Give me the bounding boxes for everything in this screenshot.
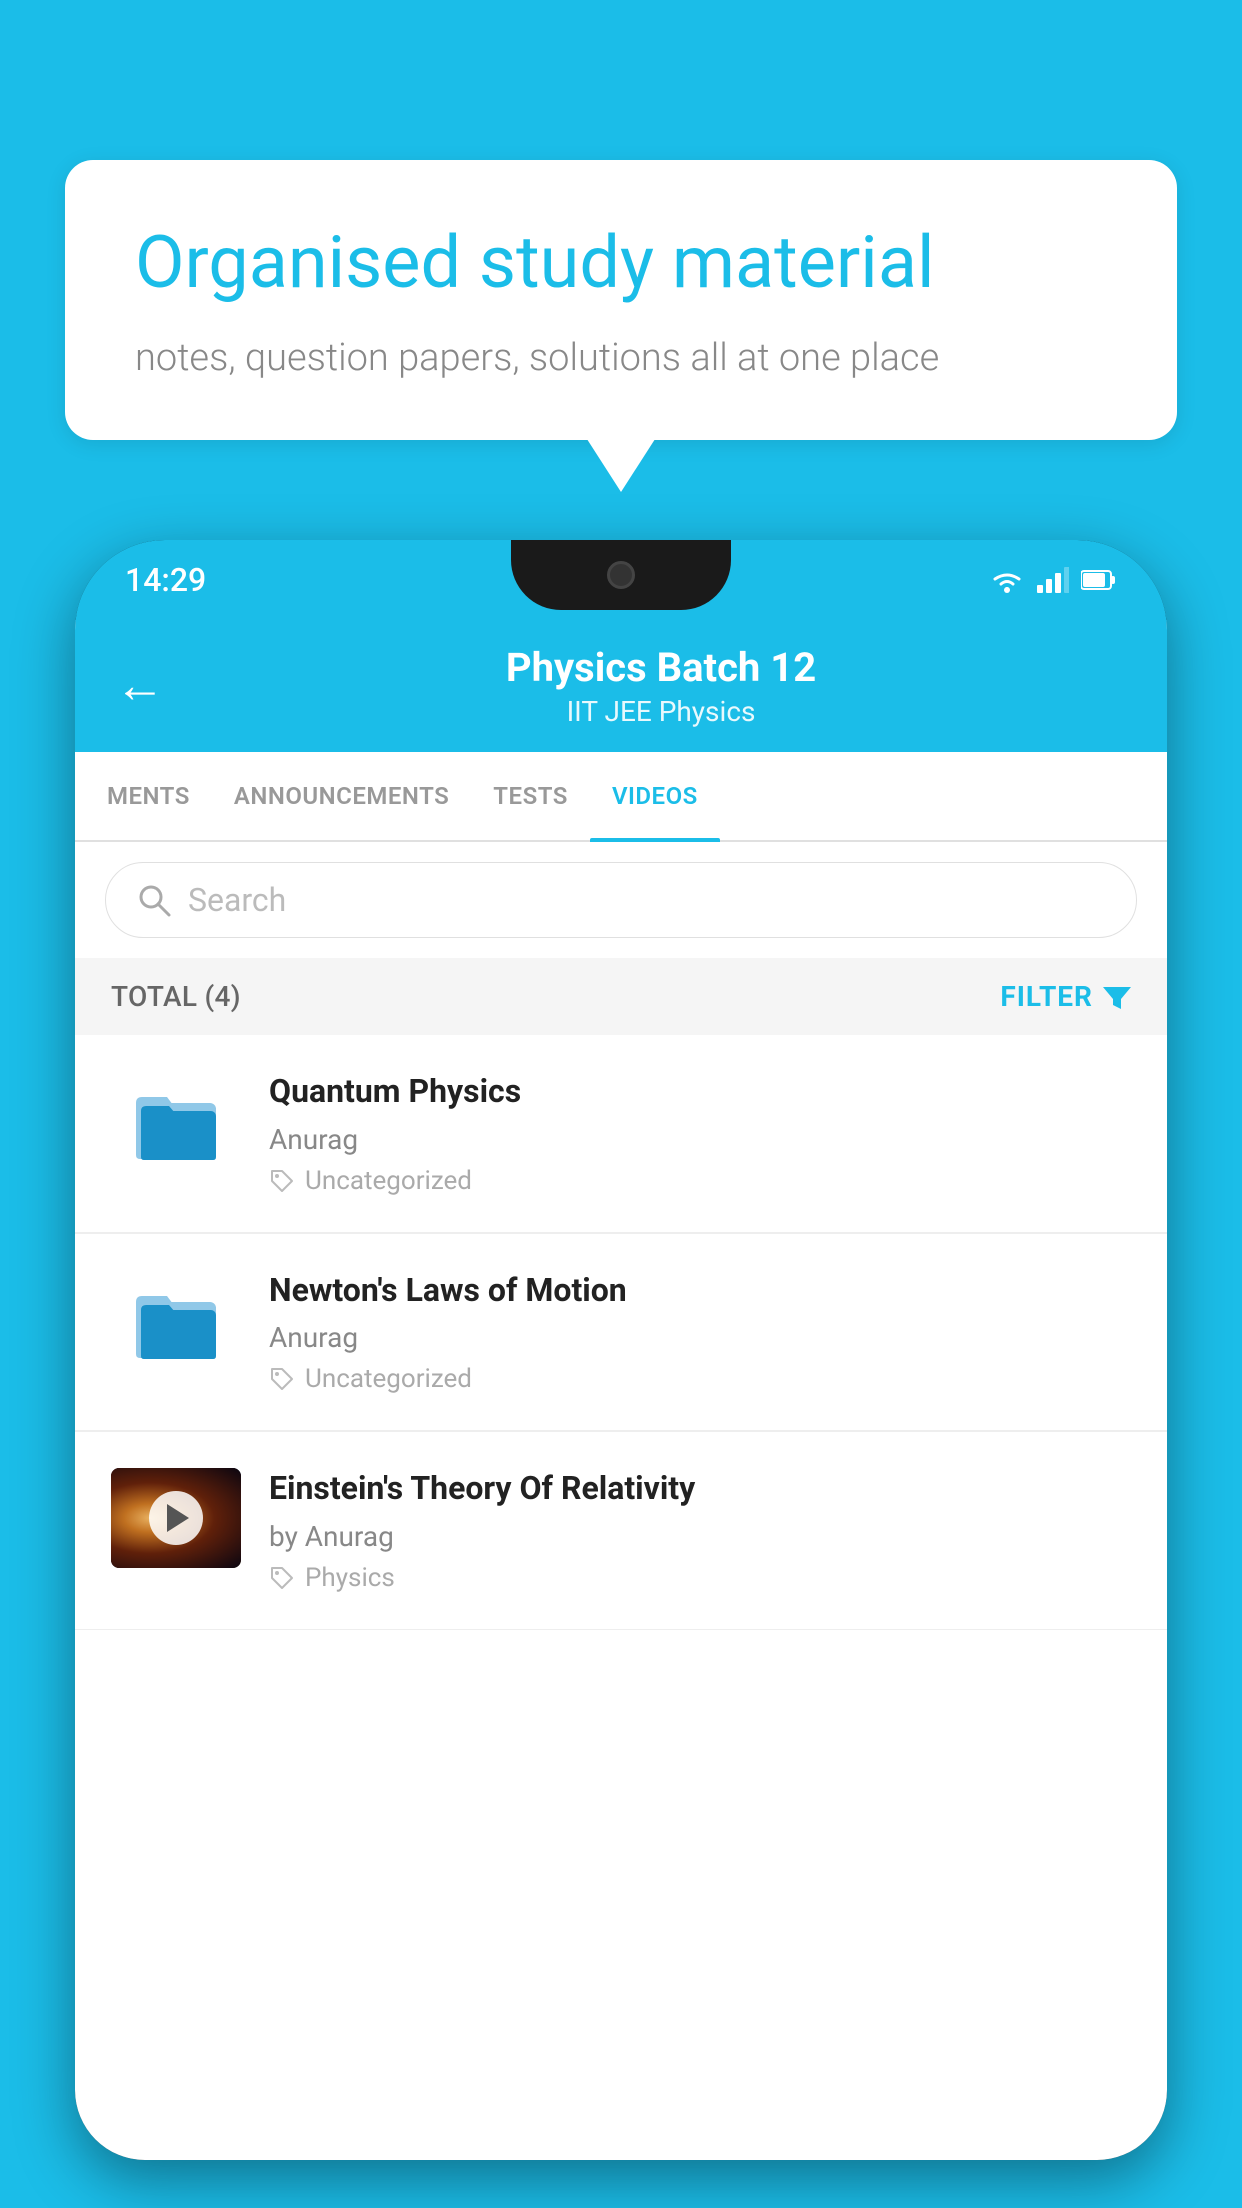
tag-icon [269,1168,295,1194]
total-count: TOTAL (4) [111,980,241,1013]
filter-button[interactable]: FILTER [1000,980,1131,1013]
wifi-icon [989,567,1025,593]
video-title: Einstein's Theory Of Relativity [269,1468,1131,1510]
filter-icon [1103,983,1131,1011]
video-thumb-newton [111,1270,241,1370]
video-tag: Physics [269,1563,1131,1593]
folder-icon [131,1081,221,1161]
speech-bubble-subtitle: notes, question papers, solutions all at… [135,336,1107,380]
search-container: Search [75,842,1167,958]
header-subtitle: IIT JEE Physics [195,695,1127,728]
filter-bar: TOTAL (4) FILTER [75,958,1167,1035]
speech-bubble-title: Organised study material [135,220,1107,306]
speech-bubble: Organised study material notes, question… [65,160,1177,440]
search-box[interactable]: Search [105,862,1137,938]
list-item[interactable]: Einstein's Theory Of Relativity by Anura… [75,1432,1167,1630]
video-thumbnail-image [111,1468,241,1568]
signal-icon [1037,567,1069,593]
video-thumb-einstein [111,1468,241,1568]
search-input[interactable]: Search [188,881,286,919]
play-triangle-icon [167,1504,189,1532]
status-icons [989,567,1117,593]
phone-outer: 14:29 [75,540,1167,2160]
video-info-einstein: Einstein's Theory Of Relativity by Anura… [269,1468,1131,1593]
video-info-newton: Newton's Laws of Motion Anurag Uncategor… [269,1270,1131,1395]
app-header: ← Physics Batch 12 IIT JEE Physics [75,620,1167,752]
video-author: Anurag [269,1123,1131,1156]
video-list: Quantum Physics Anurag Uncategorized [75,1035,1167,1630]
video-author: Anurag [269,1321,1131,1354]
phone-camera [607,561,635,589]
battery-icon [1081,569,1117,591]
tab-announcements[interactable]: ANNOUNCEMENTS [212,752,471,840]
speech-bubble-container: Organised study material notes, question… [65,160,1177,440]
tag-icon [269,1366,295,1392]
folder-icon [131,1280,221,1360]
tab-videos[interactable]: VIDEOS [590,752,720,840]
phone-screen: ← Physics Batch 12 IIT JEE Physics MENTS… [75,620,1167,2160]
video-title: Quantum Physics [269,1071,1131,1113]
video-author: by Anurag [269,1520,1131,1553]
header-main-title: Physics Batch 12 [195,644,1127,691]
list-item[interactable]: Quantum Physics Anurag Uncategorized [75,1035,1167,1233]
tab-ments[interactable]: MENTS [85,752,212,840]
phone-frame: 14:29 [75,540,1167,2208]
play-button[interactable] [149,1491,203,1545]
tag-icon [269,1565,295,1591]
back-button[interactable]: ← [115,661,165,711]
video-thumb-quantum [111,1071,241,1171]
status-time: 14:29 [125,561,206,599]
search-icon [136,882,172,918]
phone-notch [511,540,731,610]
list-item[interactable]: Newton's Laws of Motion Anurag Uncategor… [75,1234,1167,1432]
tab-tests[interactable]: TESTS [471,752,590,840]
video-info-quantum: Quantum Physics Anurag Uncategorized [269,1071,1131,1196]
tabs-bar: MENTS ANNOUNCEMENTS TESTS VIDEOS [75,752,1167,842]
video-tag: Uncategorized [269,1364,1131,1394]
video-title: Newton's Laws of Motion [269,1270,1131,1312]
header-title-group: Physics Batch 12 IIT JEE Physics [195,644,1127,728]
status-bar: 14:29 [75,540,1167,620]
video-tag: Uncategorized [269,1166,1131,1196]
